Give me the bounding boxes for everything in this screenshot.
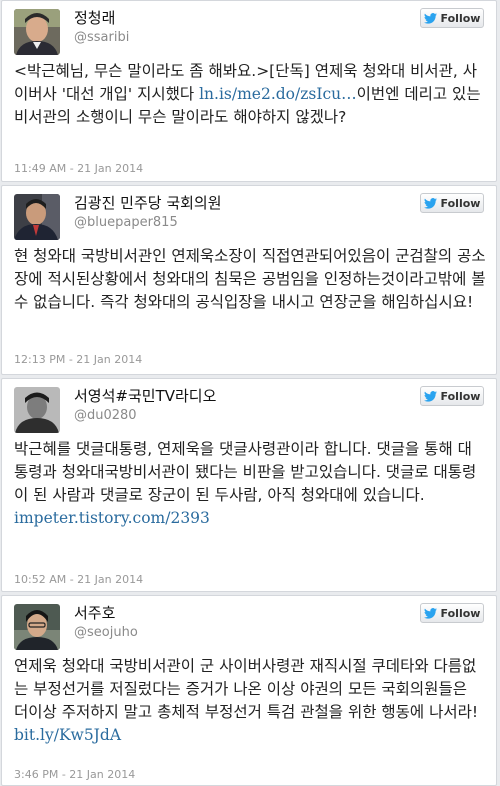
- tweet-text: <박근혜님, 무슨 말이라도 좀 해봐요.>[단독] 연제욱 청와대 비서관, …: [14, 62, 481, 126]
- user-handle[interactable]: @seojuho: [74, 625, 138, 640]
- person-photo-icon: [14, 604, 60, 650]
- avatar[interactable]: [14, 9, 60, 55]
- person-photo-icon: [14, 194, 60, 240]
- user-handle[interactable]: @ssaribi: [74, 30, 129, 45]
- tweet-text: 현 청와대 국방비서관인 연제욱소장이 직접연관되어있음이 군검찰의 공소장에 …: [14, 247, 486, 311]
- twitter-bird-icon: [423, 197, 437, 209]
- follow-button[interactable]: Follow: [420, 193, 484, 213]
- tweet-text: 박근혜를 댓글대통령, 연제욱을 댓글사령관이라 합니다. 댓글을 통해 대통령…: [14, 440, 477, 527]
- twitter-bird-icon: [423, 607, 437, 619]
- tweet-feed: 정청래 @ssaribi Follow <박근혜님, 무슨 말이라도 좀 해봐요…: [0, 0, 500, 786]
- tweet-card: 정청래 @ssaribi Follow <박근혜님, 무슨 말이라도 좀 해봐요…: [1, 0, 497, 182]
- tweet-card: 김광진 민주당 국회의원 @bluepaper815 Follow 현 청와대 …: [1, 185, 497, 375]
- timestamp[interactable]: 3:46 PM - 21 Jan 2014: [14, 768, 135, 781]
- follow-label: Follow: [440, 389, 481, 403]
- follow-label: Follow: [440, 606, 481, 620]
- person-photo-icon: [14, 387, 60, 433]
- avatar[interactable]: [14, 194, 60, 240]
- tweet-card: 서영석#국민TV라디오 @du0280 Follow 박근혜를 댓글대통령, 연…: [1, 378, 497, 592]
- tweet-link[interactable]: bit.ly/Kw5JdA: [14, 726, 121, 744]
- timestamp[interactable]: 12:13 PM - 21 Jan 2014: [14, 353, 142, 366]
- follow-label: Follow: [440, 196, 481, 210]
- person-photo-icon: [14, 9, 60, 55]
- timestamp[interactable]: 11:49 AM - 21 Jan 2014: [14, 162, 143, 175]
- timestamp[interactable]: 10:52 AM - 21 Jan 2014: [14, 573, 143, 586]
- twitter-bird-icon: [423, 390, 437, 402]
- user-handle[interactable]: @bluepaper815: [74, 215, 178, 230]
- avatar[interactable]: [14, 387, 60, 433]
- tweet-link[interactable]: ln.is/me2.do/zsIcu…: [199, 85, 357, 103]
- follow-label: Follow: [440, 11, 481, 25]
- tweet-link[interactable]: impeter.tistory.com/2393: [14, 509, 210, 527]
- follow-button[interactable]: Follow: [420, 8, 484, 28]
- display-name[interactable]: 서주호: [74, 602, 115, 623]
- follow-button[interactable]: Follow: [420, 603, 484, 623]
- tweet-card: 서주호 @seojuho Follow 연제욱 청와대 국방비서관이 군 사이버…: [1, 595, 497, 786]
- twitter-bird-icon: [423, 12, 437, 24]
- follow-button[interactable]: Follow: [420, 386, 484, 406]
- display-name[interactable]: 서영석#국민TV라디오: [74, 385, 216, 406]
- user-handle[interactable]: @du0280: [74, 408, 137, 423]
- display-name[interactable]: 정청래: [74, 7, 115, 28]
- avatar[interactable]: [14, 604, 60, 650]
- tweet-text: 연제욱 청와대 국방비서관이 군 사이버사령관 재직시절 쿠데타와 다름없는 부…: [14, 657, 479, 744]
- display-name[interactable]: 김광진 민주당 국회의원: [74, 192, 222, 213]
